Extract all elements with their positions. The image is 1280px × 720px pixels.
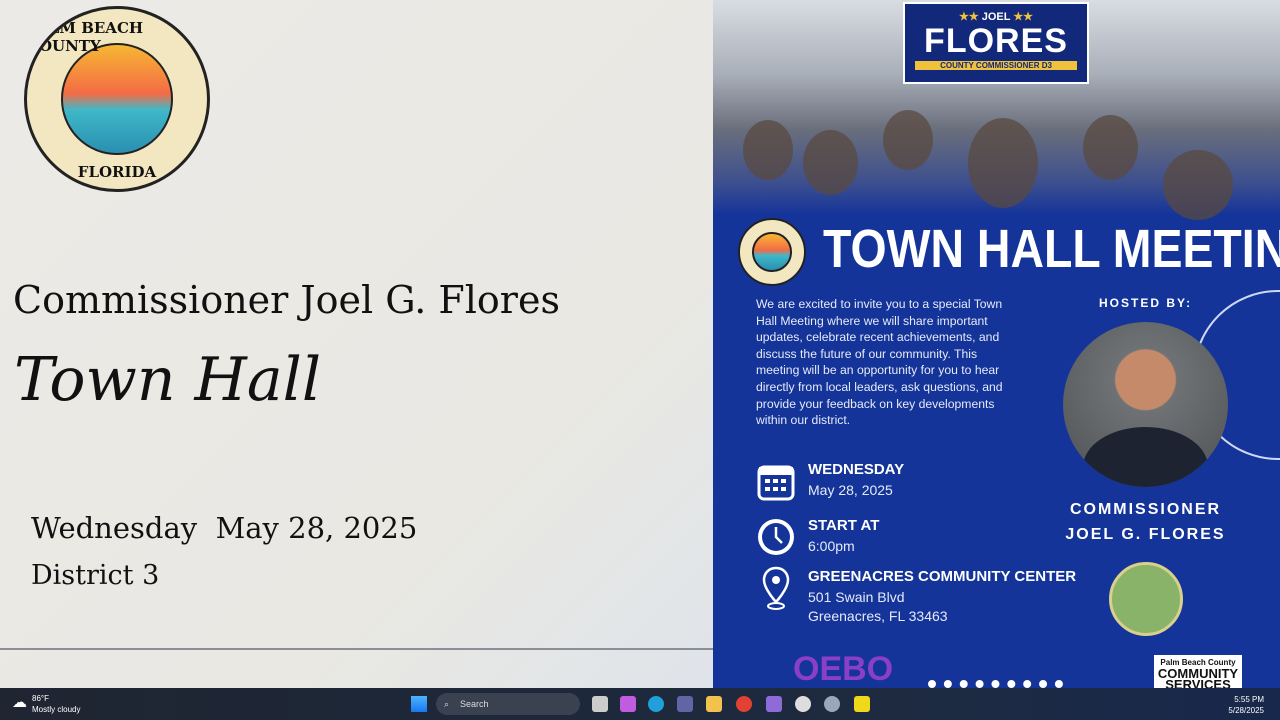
search-icon: ⌕ [444,699,450,709]
slide-title: Commissioner Joel G. Flores [13,278,560,322]
host-portrait [1063,322,1228,487]
slide-date: Wednesday May 28, 2025 [31,511,418,545]
start-button[interactable] [411,696,427,712]
palm-beach-county-seal: PALM BEACH COUNTY FLORIDA [24,6,210,192]
joel-flores-logo: ★★ JOEL ★★ FLORES COUNTY COMMISSIONER D3 [903,2,1089,84]
flyer-intro: We are excited to invite you to a specia… [756,297,1003,428]
file-explorer-icon[interactable] [706,696,722,712]
tree-logo [928,655,1063,688]
city-of-greenacres-seal [1109,562,1183,636]
media-player-icon[interactable] [795,696,811,712]
clock[interactable]: 5:55 PM 5/28/2025 [1228,694,1264,716]
search-box[interactable]: ⌕ Search [436,693,580,715]
event-venue: GREENACRES COMMUNITY CENTER 501 Swain Blv… [756,566,1076,625]
calendar-icon [756,461,796,501]
settings-gear-icon[interactable] [824,696,840,712]
community-services-logo: Palm Beach County COMMUNITY SERVICES [1154,655,1242,688]
host-name: COMMISSIONER JOEL G. FLORES [1065,501,1226,543]
teams-icon[interactable] [677,696,693,712]
slide-district: District 3 [31,560,160,591]
divider [0,648,713,650]
chrome-icon[interactable] [736,696,752,712]
task-view-icon[interactable] [592,696,608,712]
cloud-icon: ☁ [12,694,27,711]
town-hall-flyer: ★★ JOEL ★★ FLORES COUNTY COMMISSIONER D3… [713,0,1280,688]
oebo-logo: OEBO [793,650,894,688]
slide-left-panel: PALM BEACH COUNTY FLORIDA Commissioner J… [0,0,713,688]
edge-icon[interactable] [648,696,664,712]
copilot-icon[interactable] [620,696,636,712]
location-pin-icon [756,566,796,610]
event-date: WEDNESDAY May 28, 2025 [756,461,904,501]
small-county-seal-icon [738,218,806,286]
flyer-headline: TOWN HALL MEETING [823,219,1280,279]
event-time: START AT 6:00pm [756,517,879,557]
clock-icon [756,517,796,557]
weather-widget[interactable]: ☁ 86°F Mostly cloudy [12,693,80,715]
windows-taskbar: ☁ 86°F Mostly cloudy ⌕ Search 5:55 PM 5/28/… [0,688,1280,720]
sticky-app-icon[interactable] [854,696,870,712]
slide-subtitle: Town Hall [14,345,322,415]
apps-icon[interactable] [766,696,782,712]
hosted-by-label: HOSTED BY: [1099,296,1193,310]
